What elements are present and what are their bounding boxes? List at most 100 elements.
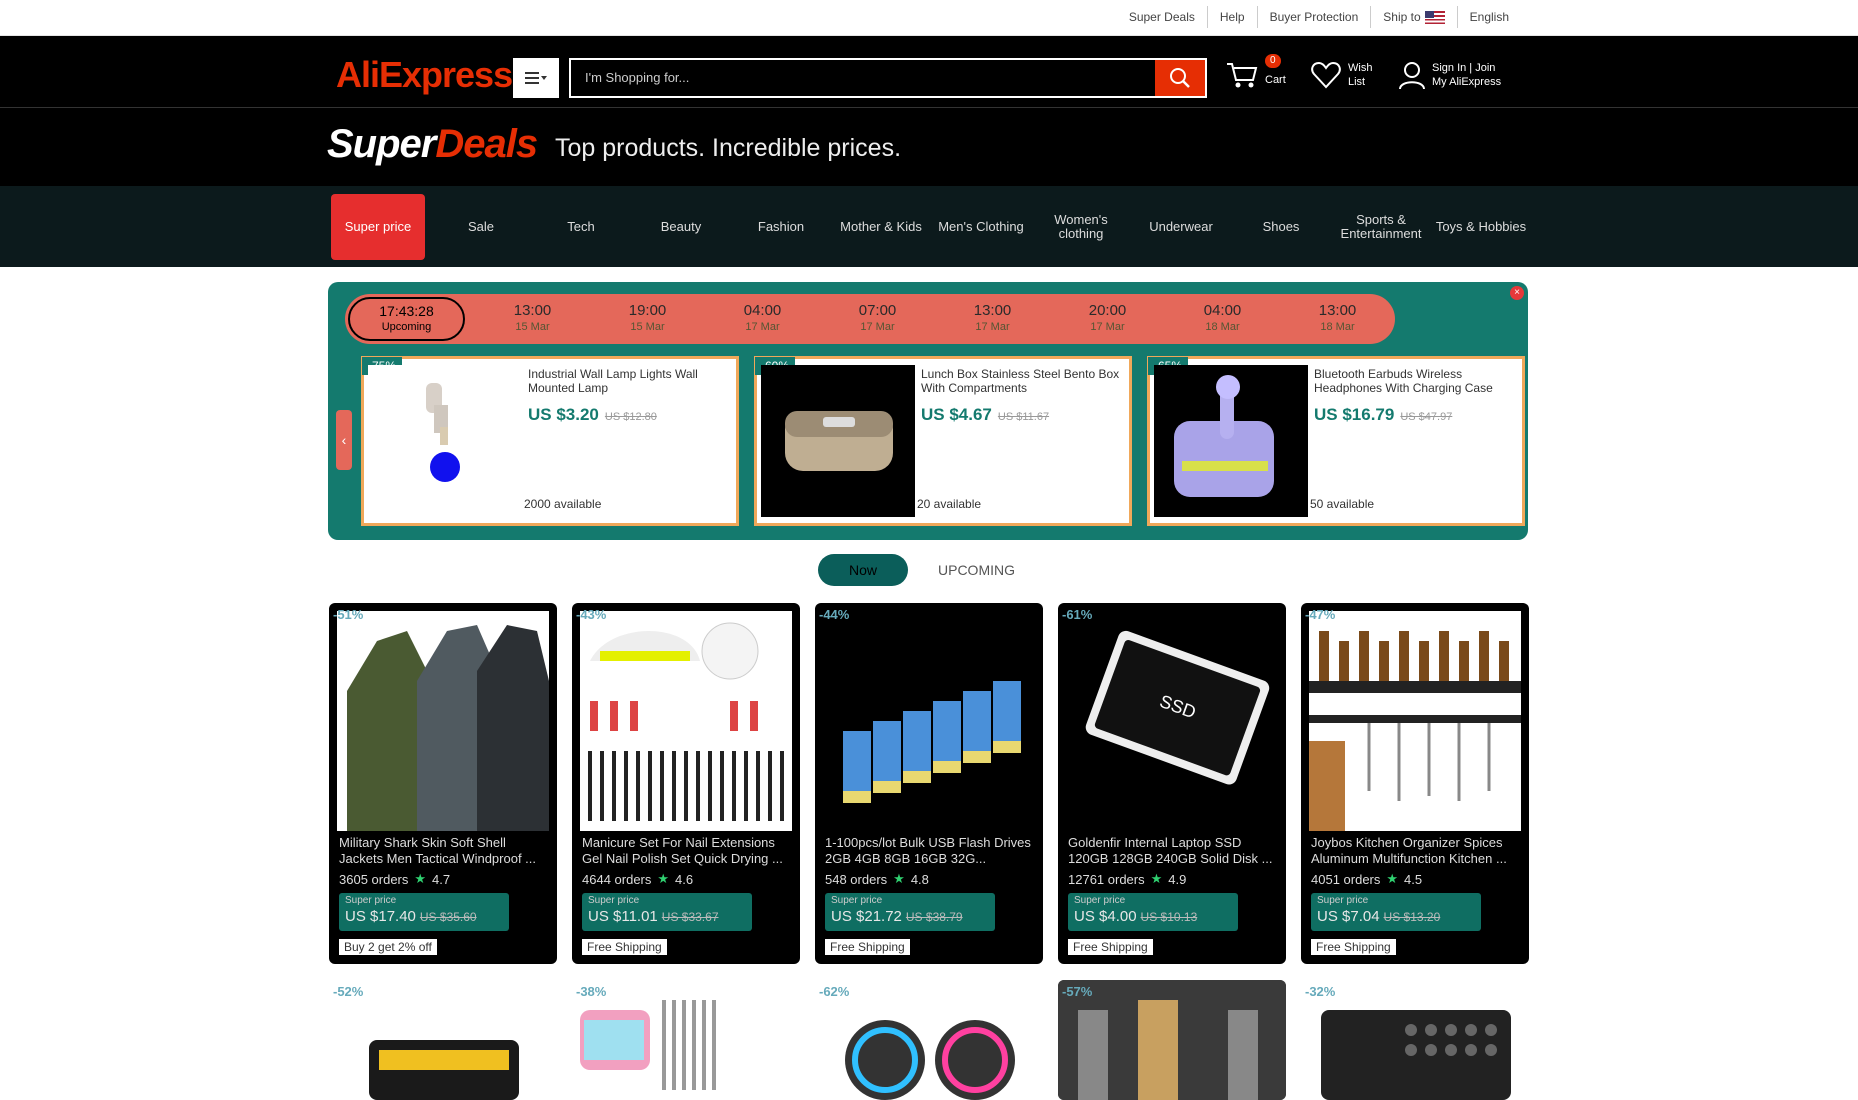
timeline-slot[interactable]: 04:00 18 Mar [1165,303,1280,335]
superdeals-logo: SuperDeals [327,122,538,167]
categories-menu-button[interactable] [513,58,559,98]
order-count: 4051 orders [1311,871,1381,887]
slot-time: 13:00 [973,302,1012,319]
flash-card-availability: 20 available [917,497,982,511]
rating: 4.8 [910,871,929,887]
heart-icon [1311,61,1341,89]
product-card[interactable]: -57% [1058,980,1286,1100]
flash-card-availability: 50 available [1310,497,1375,511]
category-sports[interactable]: Sports & Entertainment [1331,194,1431,260]
tab-now[interactable]: Now [818,554,908,586]
discount-badge: -44% [819,607,850,622]
product-image [580,611,792,831]
search-input[interactable]: I'm Shopping for... [569,58,1155,98]
price-value: US $7.04 [1317,908,1380,925]
rating: 4.7 [432,871,451,887]
superdeals-logo-a: Super [327,122,436,166]
category-sale[interactable]: Sale [431,194,531,260]
price-label: Super price [831,895,883,906]
product-image [1154,365,1308,517]
cart-count-badge: 0 [1265,54,1281,68]
main-header: AliExpress I'm Shopping for... 0 Cart Wi… [0,36,1858,108]
category-underwear[interactable]: Underwear [1131,194,1231,260]
superdeals-banner: SuperDeals Top products. Incredible pric… [0,108,1858,186]
banner-tagline: Top products. Incredible prices. [555,134,902,162]
category-tech[interactable]: Tech [531,194,631,260]
category-toys[interactable]: Toys & Hobbies [1431,194,1531,260]
slot-time: 13:00 [513,302,552,319]
flash-deal-card[interactable]: -65% Bluetooth Earbuds Wireless Headphon… [1147,356,1525,526]
product-meta: 4051 orders ★ 4.5 [1311,871,1422,887]
timeline-slot[interactable]: 20:00 17 Mar [1050,303,1165,335]
util-ship-to[interactable]: Ship to [1370,6,1456,28]
util-super-deals-link[interactable]: Super Deals [1117,6,1207,28]
price-value: US $21.72 [831,908,902,925]
category-womens-clothing[interactable]: Women's clothing [1031,194,1131,260]
flash-deal-card[interactable]: -60% Lunch Box Stainless Steel Bento Box… [754,356,1132,526]
close-icon[interactable]: × [1510,286,1524,300]
flash-old-price: US $47.97 [1400,411,1453,423]
category-fashion[interactable]: Fashion [731,194,831,260]
product-card[interactable]: -52% [329,980,557,1100]
flash-old-price: US $12.80 [604,411,657,423]
product-card[interactable]: -62% [815,980,1043,1100]
account-link[interactable]: Sign In | Join My AliExpress [1398,60,1501,90]
product-image [337,611,549,831]
superdeals-logo-b: Deals [435,122,538,166]
discount-badge: -38% [576,984,607,999]
product-card[interactable]: -44% 1-100pcs/lot Bulk USB Flash Drives … [815,603,1043,964]
category-mens-clothing[interactable]: Men's Clothing [931,194,1031,260]
product-card[interactable]: -51% Military Shark Skin Soft Shell Jack… [329,603,557,964]
category-super-price[interactable]: Super price [331,194,425,260]
category-mother-kids[interactable]: Mother & Kids [831,194,931,260]
timeline-slot[interactable]: 13:00 17 Mar [935,303,1050,335]
cart-icon [1227,63,1258,88]
flash-old-price: US $11.67 [997,411,1050,423]
category-beauty[interactable]: Beauty [631,194,731,260]
shipping-badge: Free Shipping [1311,939,1396,955]
product-meta: 3605 orders ★ 4.7 [339,871,450,887]
price-box: Super price US $7.04 US $13.20 [1311,893,1481,931]
old-price: US $13.20 [1383,910,1441,924]
util-buyer-protection-link[interactable]: Buyer Protection [1256,6,1371,28]
search-button[interactable] [1155,58,1207,98]
product-card[interactable]: SSD -61% Goldenfir Internal Laptop SSD 1… [1058,603,1286,964]
flash-price-value: US $16.79 [1314,405,1395,424]
price-value: US $4.00 [1074,908,1137,925]
carousel-prev-button[interactable]: ‹ [336,410,352,470]
product-grid: -51% Military Shark Skin Soft Shell Jack… [329,603,1529,1100]
discount-badge: -43% [576,607,607,622]
menu-icon [525,72,547,84]
cart-link[interactable]: 0 Cart [1225,54,1286,90]
price-box: Super price US $4.00 US $10.13 [1068,893,1238,931]
flash-card-title: Lunch Box Stainless Steel Bento Box With… [921,367,1120,395]
timeline-slot[interactable]: 19:00 15 Mar [590,303,705,335]
flash-deal-card[interactable]: -75% Industrial Wall Lamp Lights Wall Mo… [361,356,739,526]
timeline-slot-current[interactable]: 17:43:28 Upcoming [348,297,466,341]
product-card[interactable]: -38% [572,980,800,1100]
wishlist-link[interactable]: Wish List [1310,60,1372,90]
product-card[interactable]: -32% [1301,980,1529,1100]
timeline-slot[interactable]: 13:00 18 Mar [1280,303,1395,335]
price-line: US $4.00 US $10.13 [1074,907,1232,927]
timeline-slot[interactable]: 13:00 15 Mar [475,303,590,335]
timeline-slot[interactable]: 04:00 17 Mar [705,303,820,335]
category-shoes[interactable]: Shoes [1231,194,1331,260]
tab-upcoming[interactable]: UPCOMING [938,562,1015,578]
lunch-box-image [761,365,915,517]
category-nav: Super price Sale Tech Beauty Fashion Mot… [0,186,1858,267]
timeline-slot[interactable]: 07:00 17 Mar [820,303,935,335]
flash-price-value: US $4.67 [921,405,992,424]
slot-time: 13:00 [1318,302,1357,319]
price-line: US $11.01 US $33.67 [588,907,746,927]
util-language-select[interactable]: English [1456,6,1521,28]
search-icon [1170,68,1190,88]
cart-label: Cart [1265,74,1286,86]
product-card[interactable]: -47% Joybos Kitchen Organizer Spices Alu… [1301,603,1529,964]
aliexpress-logo[interactable]: AliExpress [336,54,513,96]
price-label: Super price [1317,895,1369,906]
util-help-link[interactable]: Help [1206,6,1257,28]
flash-deals-panel: × 17:43:28 Upcoming 13:00 15 Mar 19:00 15 … [328,282,1528,540]
product-meta: 548 orders ★ 4.8 [825,871,929,887]
product-card[interactable]: -43% Manicure Set For Nail Extensions Ge… [572,603,800,964]
